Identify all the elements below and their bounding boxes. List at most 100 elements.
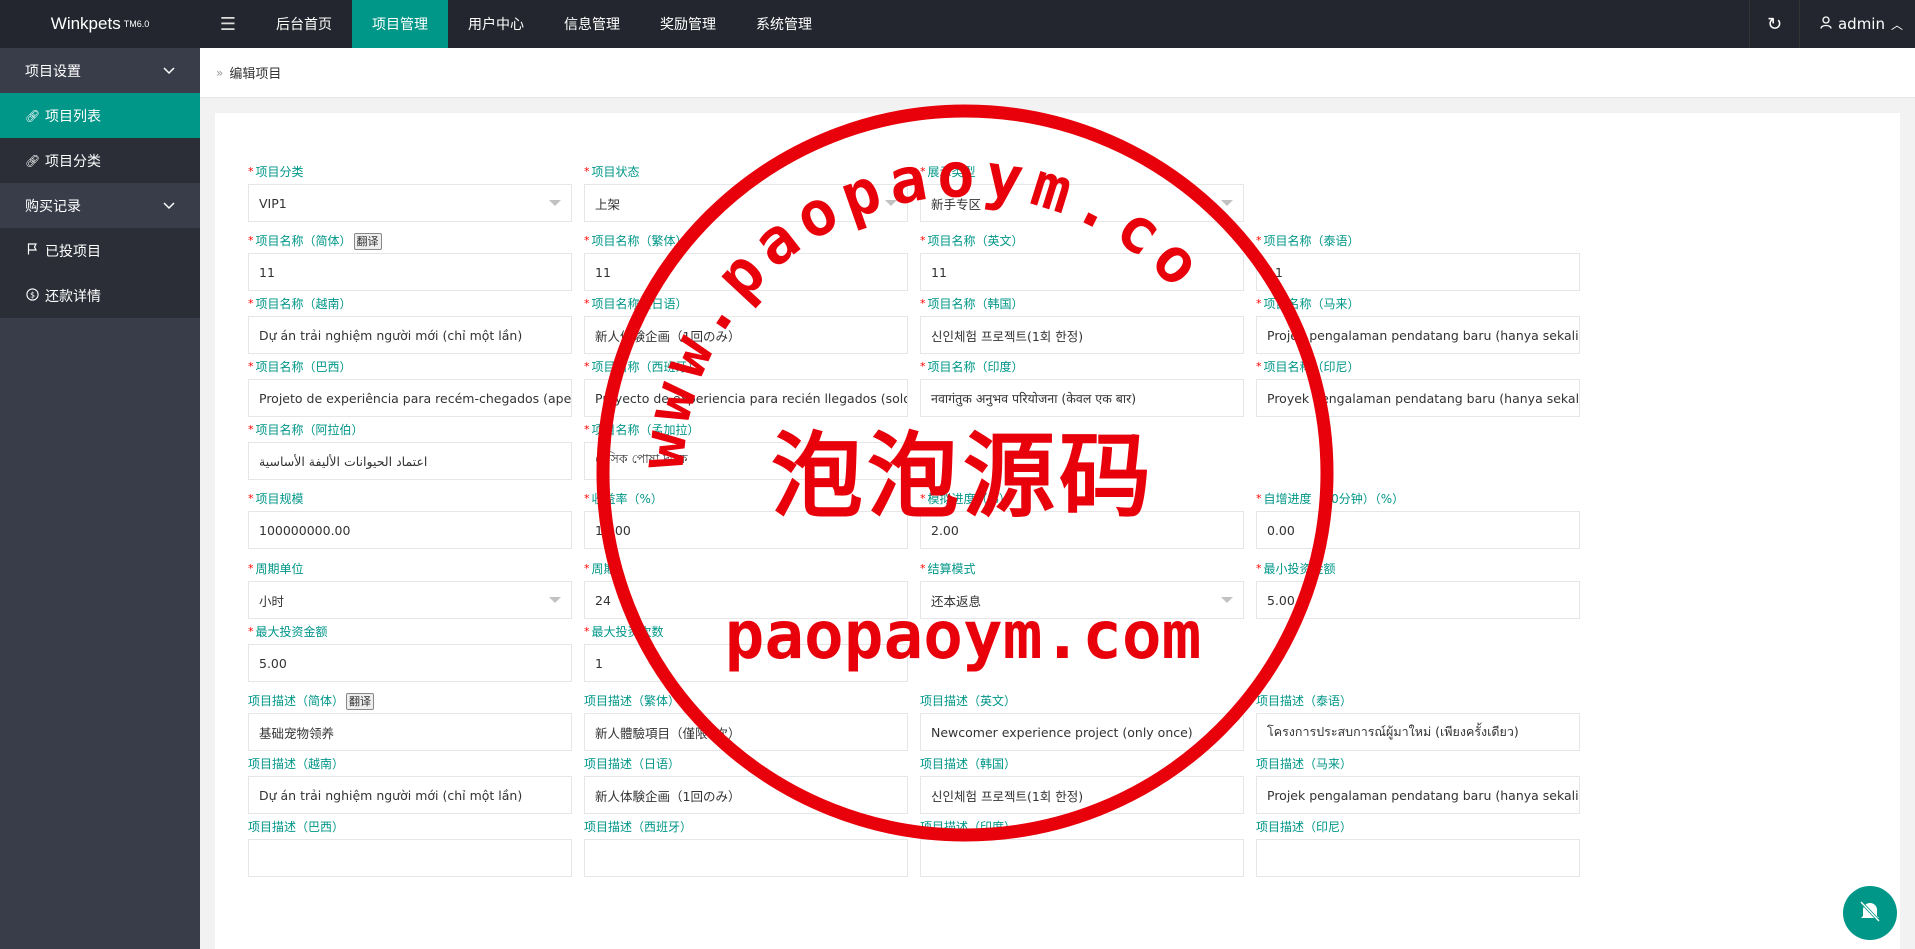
field-label: * 项目名称（越南） [248, 296, 572, 312]
text-input[interactable]: Projeto de experiência para recém-chegad… [248, 379, 572, 417]
form-field: * 结算模式 还本返息 [920, 561, 1244, 619]
text-input[interactable]: 11 [1256, 253, 1580, 291]
field-label: * 项目规模 [248, 491, 572, 507]
translate-button[interactable]: 翻译 [353, 233, 382, 250]
sidebar-group-project-settings[interactable]: 项目设置 [0, 48, 200, 93]
nav-project-management[interactable]: 项目管理 [352, 0, 448, 48]
field-label: 项目描述（韩国） [920, 756, 1244, 772]
text-input[interactable]: Projek pengalaman pendatang baru (hanya … [1256, 776, 1580, 814]
field-value: 小时 [259, 593, 285, 609]
field-label: * 自增进度（30分钟）（%） [1256, 491, 1580, 507]
form-field: 项目描述（简体） 翻译 基础宠物领养 [248, 693, 572, 751]
text-input[interactable]: 新人體驗項目（僅限1次） [584, 713, 908, 751]
text-input[interactable] [248, 839, 572, 877]
text-input[interactable]: 基础宠物领养 [248, 713, 572, 751]
select-field[interactable]: 还本返息 [920, 581, 1244, 619]
breadcrumb-current[interactable]: 编辑项目 [229, 63, 281, 82]
sidebar-item-invested[interactable]: 已投项目 [0, 228, 200, 273]
form-field: * 模拟进度（%） 2.00 [920, 491, 1244, 549]
text-input[interactable]: 11 [248, 253, 572, 291]
text-input[interactable] [584, 839, 908, 877]
field-label-text: 项目名称（马来） [1263, 297, 1360, 311]
field-label-text: 周期 [591, 562, 616, 576]
field-value: Newcomer experience project (only once) [931, 724, 1193, 740]
text-input[interactable]: 신인체험 프로젝트(1회 한정) [920, 776, 1244, 814]
text-input[interactable]: 新人体験企画（1回のみ） [584, 776, 908, 814]
text-input[interactable]: नवागंतुक अनुभव परियोजना (केवल एक बार) [920, 379, 1244, 417]
form-field: * 项目名称（孟加拉） বেসিক পোষা দত্তক [584, 422, 908, 480]
text-input[interactable]: 11 [584, 253, 908, 291]
menu-toggle-icon[interactable]: ☰ [200, 0, 256, 48]
user-menu[interactable]: admin ︿ [1798, 0, 1915, 48]
text-input[interactable]: 신인체험 프로젝트(1회 한정) [920, 316, 1244, 354]
field-label: * 项目名称（孟加拉） [584, 422, 908, 438]
field-label: 项目描述（英文） [920, 693, 1244, 709]
form-field: * 展示类型 新手专区 [920, 164, 1244, 222]
field-label-text: 自增进度（30分钟）（%） [1263, 492, 1405, 506]
text-input[interactable]: โครงการประสบการณ์ผู้มาใหม่ (เพียงครั้งเด… [1256, 713, 1580, 751]
text-input[interactable]: Proyecto de experiencia para recién lleg… [584, 379, 908, 417]
text-input[interactable]: 0.00 [1256, 511, 1580, 549]
field-value: 新人体験企画（1回のみ） [595, 328, 741, 344]
form-field: * 项目分类 VIP1 [248, 164, 572, 222]
text-input[interactable]: 100000000.00 [248, 511, 572, 549]
edit-form: * 项目分类 VIP1 * 项目状态 上架 * 展示类型 新手专区 * 项目名称（简体） 翻译 11 * 项… [215, 113, 1900, 949]
sidebar-item-project-category[interactable]: 🔗︎ 项目分类 [0, 138, 200, 183]
text-input[interactable]: 1 [584, 644, 908, 682]
field-label: 项目描述（巴西） [248, 819, 572, 835]
refresh-icon[interactable]: ↻ [1748, 0, 1799, 48]
text-input[interactable]: Dự án trải nghiệm người mới (chỉ một lần… [248, 316, 572, 354]
dropdown-arrow-icon [549, 597, 561, 603]
field-label: * 项目状态 [584, 164, 908, 180]
form-field: 项目描述（韩国） 신인체험 프로젝트(1회 한정) [920, 756, 1244, 814]
form-field: 项目描述（越南） Dự án trải nghiệm người mới (chỉ… [248, 756, 572, 814]
sidebar-group-purchase-records[interactable]: 购买记录 [0, 183, 200, 228]
app-logo[interactable]: Winkpets TM6.0 [0, 0, 200, 48]
floating-action-button[interactable] [1843, 886, 1897, 940]
text-input[interactable]: 2.00 [920, 511, 1244, 549]
nav-info-management[interactable]: 信息管理 [544, 0, 640, 48]
form-field: * 项目名称（韩国） 신인체험 프로젝트(1회 한정) [920, 296, 1244, 354]
nav-system-management[interactable]: 系统管理 [736, 0, 832, 48]
select-field[interactable]: 新手专区 [920, 184, 1244, 222]
field-label-text: 项目名称（西班牙） [591, 360, 700, 374]
field-value: Projeto de experiência para recém-chegad… [259, 390, 572, 406]
text-input[interactable]: 5.00 [248, 644, 572, 682]
nav-reward-management[interactable]: 奖励管理 [640, 0, 736, 48]
required-marker: * [1256, 297, 1262, 310]
text-input[interactable]: Projek pengalaman pendatang baru (hanya … [1256, 316, 1580, 354]
select-field[interactable]: 上架 [584, 184, 908, 222]
text-input[interactable] [920, 839, 1244, 877]
sidebar-item-project-list[interactable]: 🔗︎ 项目列表 [0, 93, 200, 138]
chevron-up-icon: ︿ [1890, 17, 1903, 32]
select-field[interactable]: 小时 [248, 581, 572, 619]
field-value: 新人體驗項目（僅限1次） [595, 725, 741, 741]
field-label: * 项目名称（马来） [1256, 296, 1580, 312]
form-field: * 收益率（%） 10.00 [584, 491, 908, 549]
required-marker: * [248, 360, 254, 373]
sidebar-item-repayment[interactable]: $ 还款详情 [0, 273, 200, 318]
translate-button[interactable]: 翻译 [346, 693, 375, 710]
text-input[interactable]: বেসিক পোষা দত্তক [584, 442, 908, 480]
select-field[interactable]: VIP1 [248, 184, 572, 222]
field-value: 100000000.00 [259, 522, 351, 538]
required-marker: * [584, 165, 590, 178]
text-input[interactable] [1256, 839, 1580, 877]
field-label-text: 项目名称（巴西） [255, 360, 352, 374]
field-label: * 最小投资金额 [1256, 561, 1580, 577]
text-input[interactable]: 5.00 [1256, 581, 1580, 619]
text-input[interactable]: Proyek pengalaman pendatang baru (hanya … [1256, 379, 1580, 417]
text-input[interactable]: 24 [584, 581, 908, 619]
field-label: * 项目名称（巴西） [248, 359, 572, 375]
text-input[interactable]: Newcomer experience project (only once) [920, 713, 1244, 751]
text-input[interactable]: 新人体験企画（1回のみ） [584, 316, 908, 354]
nav-user-center[interactable]: 用户中心 [448, 0, 544, 48]
required-marker: * [1256, 360, 1262, 373]
text-input[interactable]: 10.00 [584, 511, 908, 549]
text-input[interactable]: اعتماد الحيوانات الأليفة الأساسية [248, 442, 572, 480]
nav-home[interactable]: 后台首页 [256, 0, 352, 48]
required-marker: * [920, 297, 926, 310]
field-label-text: 项目描述（泰语） [1256, 694, 1353, 708]
text-input[interactable]: Dự án trải nghiệm người mới (chỉ một lần… [248, 776, 572, 814]
text-input[interactable]: 11 [920, 253, 1244, 291]
